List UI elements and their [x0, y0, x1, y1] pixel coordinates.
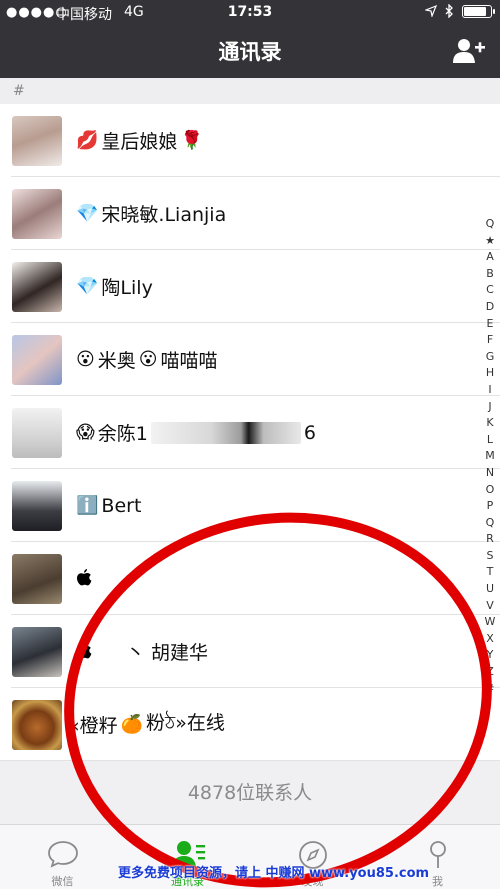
index-letter[interactable]: G	[486, 349, 495, 366]
emoji-icon: 😱	[76, 422, 95, 443]
contact-list: 💋 皇后娘娘 🌹 💎 宋晓敏.Lianjia 💎 陶Lily 😮 米奥 😮 喵喵…	[0, 104, 500, 761]
index-letter[interactable]: L	[487, 432, 493, 449]
index-letter[interactable]: P	[487, 498, 494, 515]
avatar	[12, 699, 62, 750]
index-letter[interactable]: A	[486, 249, 494, 266]
index-letter[interactable]: R	[486, 531, 494, 548]
contact-name: 皇后娘娘	[101, 131, 178, 153]
contact-row[interactable]: 💋 皇后娘娘 🌹	[0, 104, 500, 177]
avatar	[12, 334, 62, 385]
index-letter[interactable]: J	[488, 399, 491, 416]
emoji-icon: 💎	[76, 203, 99, 224]
emoji-icon: 🌹	[180, 130, 203, 151]
index-letter[interactable]: Z	[486, 664, 494, 681]
index-letter[interactable]: ★	[485, 233, 495, 250]
contact-count: 4878位联系人	[0, 760, 500, 824]
index-letter[interactable]: U	[486, 581, 494, 598]
avatar	[12, 553, 62, 604]
index-letter[interactable]: N	[486, 465, 494, 482]
contact-name: «橙籽	[68, 715, 118, 737]
index-letter[interactable]: T	[487, 564, 494, 581]
index-letter[interactable]: V	[486, 598, 494, 615]
alphabet-index[interactable]: Q ★ A B C D E F G H I J K L M N O P Q R S T U V W X Y Z #	[482, 216, 498, 697]
index-letter[interactable]: B	[486, 266, 494, 283]
contact-name: 米奥	[97, 350, 136, 372]
emoji-icon: 💎	[76, 276, 99, 297]
tab-label: 微信	[51, 875, 74, 888]
contact-row[interactable]: 丶 胡建华	[0, 615, 500, 688]
emoji-icon: 💋	[76, 130, 99, 151]
contact-name: 余陈1	[97, 423, 148, 445]
contact-name: Bert	[101, 494, 142, 517]
tab-chats[interactable]: 微信	[0, 825, 125, 889]
index-letter[interactable]: K	[486, 415, 493, 432]
location-icon	[425, 5, 437, 17]
contact-name: 丶 胡建华	[126, 642, 209, 664]
index-letter[interactable]: D	[486, 299, 494, 316]
index-letter[interactable]: E	[487, 316, 494, 333]
index-letter[interactable]: Q	[486, 515, 495, 532]
contact-name-suffix: 6	[303, 421, 316, 444]
chat-bubble-icon	[48, 841, 78, 868]
bluetooth-icon	[445, 4, 453, 18]
emoji-icon: 😮	[76, 349, 95, 370]
avatar	[12, 261, 62, 312]
index-letter[interactable]: W	[485, 614, 496, 631]
contact-row[interactable]	[0, 542, 500, 615]
emoji-icon: 😮	[138, 349, 158, 370]
index-letter[interactable]: M	[485, 448, 495, 465]
index-letter[interactable]: I	[488, 382, 491, 399]
index-letter[interactable]: #	[485, 681, 494, 698]
index-letter[interactable]: Q	[486, 216, 495, 233]
index-letter[interactable]: O	[486, 482, 495, 499]
index-letter[interactable]: C	[486, 282, 494, 299]
avatar	[12, 188, 62, 239]
contact-name-suffix: 喵喵喵	[160, 350, 218, 372]
info-emoji-icon: ℹ️	[76, 495, 99, 516]
battery-icon	[462, 4, 495, 18]
watermark: 更多免费项目资源，请上 中赚网 www.you85.com	[118, 866, 430, 881]
avatar	[12, 626, 62, 677]
contact-row[interactable]: 😱 余陈1 6	[0, 396, 500, 469]
index-letter[interactable]: S	[487, 548, 494, 565]
top-bar: ●●●●○ 中国移动 4G 17:53 通讯录	[0, 0, 500, 78]
index-letter[interactable]: Y	[487, 647, 494, 664]
page-title: 通讯录	[218, 40, 282, 64]
contact-row[interactable]: 💎 陶Lily	[0, 250, 500, 323]
avatar	[12, 115, 62, 166]
contact-row[interactable]: 😮 米奥 😮 喵喵喵	[0, 323, 500, 396]
orange-emoji-icon: 🍊	[120, 714, 144, 735]
index-letter[interactable]: H	[486, 365, 494, 382]
contact-row[interactable]: ℹ️ Bert	[0, 469, 500, 542]
contact-name-suffix: 粉ঠ»在线	[146, 712, 225, 734]
status-bar: ●●●●○ 中国移动 4G 17:53	[0, 0, 500, 26]
index-letter[interactable]: F	[487, 332, 493, 349]
contact-row[interactable]: 💎 宋晓敏.Lianjia	[0, 177, 500, 250]
avatar	[12, 407, 62, 458]
apple-logo-icon	[77, 642, 92, 659]
contact-row[interactable]: «橙籽 🍊 粉ঠ»在线	[0, 688, 500, 761]
index-letter[interactable]: X	[486, 631, 494, 648]
apple-logo-icon	[77, 569, 92, 586]
section-header: #	[0, 78, 500, 104]
avatar	[12, 480, 62, 531]
redacted-text	[150, 421, 301, 444]
contact-name: 宋晓敏.Lianjia	[101, 204, 227, 226]
add-friend-icon[interactable]	[452, 36, 486, 64]
contact-name: 陶Lily	[101, 277, 153, 299]
